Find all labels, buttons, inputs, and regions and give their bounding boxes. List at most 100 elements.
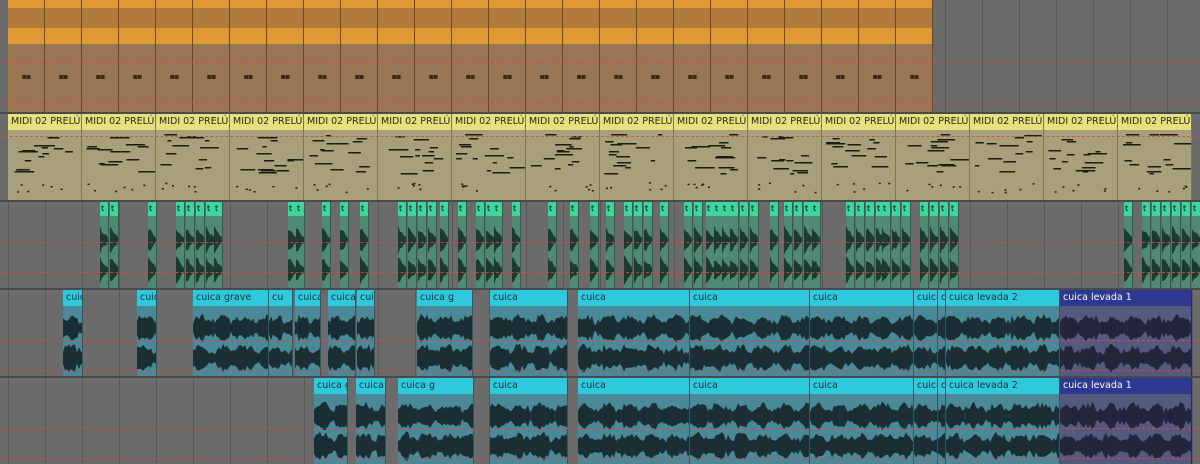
clip-header[interactable]: cuica xyxy=(914,290,937,306)
perc-clip[interactable]: t xyxy=(340,202,349,288)
perc-clip[interactable]: t xyxy=(110,202,119,288)
clip-header[interactable]: t xyxy=(186,202,194,216)
clip-header[interactable]: cuica xyxy=(63,290,82,306)
clip-header[interactable]: t xyxy=(1162,202,1170,216)
clip-header[interactable]: t xyxy=(706,202,714,216)
perc-clip[interactable]: t xyxy=(1192,202,1200,288)
cuica-clip[interactable]: cuica xyxy=(914,290,938,376)
perc-clip[interactable]: t xyxy=(1162,202,1171,288)
clip-header[interactable]: cuica levada 2 xyxy=(946,290,1059,306)
cuica-clip[interactable]: cu xyxy=(938,378,946,464)
midi-clip[interactable]: MIDI 02 PRELÚDIO xyxy=(1044,114,1118,200)
clip-header[interactable]: MIDI 02 PRELÚDIO xyxy=(82,114,155,130)
clip-header[interactable]: t xyxy=(892,202,900,216)
perc-clip[interactable]: t xyxy=(892,202,901,288)
perc-clip[interactable]: t xyxy=(214,202,223,288)
clip-header[interactable] xyxy=(563,0,599,8)
perc-clip[interactable]: t xyxy=(866,202,875,288)
clip-header[interactable]: t xyxy=(684,202,692,216)
perc-clip[interactable]: t xyxy=(624,202,633,288)
cuica-clip[interactable]: cuica xyxy=(690,290,810,376)
perc-clip[interactable]: t xyxy=(770,202,779,288)
drum-clip[interactable]: ▪▪ xyxy=(674,0,711,112)
clip-header[interactable]: t xyxy=(398,202,406,216)
clip-header[interactable]: t xyxy=(624,202,632,216)
clip-header[interactable]: MIDI 02 PRELÚDIO xyxy=(452,114,525,130)
cuica-clip[interactable]: cuica xyxy=(356,378,386,464)
clip-header[interactable] xyxy=(156,0,192,8)
drum-clip[interactable]: ▪▪ xyxy=(489,0,526,112)
perc-clip[interactable]: t xyxy=(846,202,855,288)
clip-header[interactable]: t xyxy=(930,202,938,216)
cuica-clip[interactable]: cuica g xyxy=(398,378,474,464)
clip-header[interactable]: t xyxy=(340,202,348,216)
drum-clip[interactable]: ▪▪ xyxy=(193,0,230,112)
drum-clip[interactable]: ▪▪ xyxy=(119,0,156,112)
drum-clip[interactable]: ▪▪ xyxy=(859,0,896,112)
clip-header[interactable]: t xyxy=(846,202,854,216)
midi-clip[interactable]: MIDI 02 PRELÚDIO xyxy=(600,114,674,200)
clip-header[interactable]: t xyxy=(590,202,598,216)
perc-clip[interactable]: t xyxy=(930,202,939,288)
midi-clip[interactable]: MIDI 02 PRELÚDIO xyxy=(674,114,748,200)
perc-clip[interactable]: t xyxy=(548,202,557,288)
clip-header[interactable]: t xyxy=(176,202,184,216)
drum-clip[interactable]: ▪▪ xyxy=(267,0,304,112)
clip-header[interactable]: t xyxy=(548,202,556,216)
perc-clip[interactable]: t xyxy=(590,202,599,288)
perc-clip[interactable]: t xyxy=(634,202,643,288)
clip-header[interactable] xyxy=(785,0,821,8)
clip-header[interactable]: cuica xyxy=(914,378,937,394)
clip-header[interactable]: t xyxy=(428,202,436,216)
clip-header[interactable]: t xyxy=(512,202,520,216)
perc-clip[interactable]: t xyxy=(730,202,739,288)
clip-header[interactable]: t xyxy=(794,202,802,216)
track-midi-lane[interactable]: MIDI 02 PRELÚDIO MIDI 02 PRELÚDIO MIDI 02 … xyxy=(0,114,1200,200)
clip-header[interactable]: cuica xyxy=(578,378,689,394)
clip-header[interactable]: t xyxy=(730,202,738,216)
midi-clip[interactable]: MIDI 02 PRELÚDIO xyxy=(82,114,156,200)
perc-clip[interactable]: t xyxy=(606,202,615,288)
clip-header[interactable]: t xyxy=(1124,202,1132,216)
track-cuica-2-lane[interactable]: cuica gcuicacuica gcuicacuicacuicacuicac… xyxy=(0,378,1200,464)
perc-clip[interactable]: t xyxy=(694,202,703,288)
clip-header[interactable]: t xyxy=(770,202,778,216)
drum-clip[interactable]: ▪▪ xyxy=(526,0,563,112)
drum-clip[interactable]: ▪▪ xyxy=(82,0,119,112)
clip-header[interactable]: cu xyxy=(938,378,945,394)
perc-clip[interactable]: t xyxy=(684,202,693,288)
midi-clip[interactable]: MIDI 02 PRELÚDIO xyxy=(230,114,304,200)
clip-header[interactable]: t xyxy=(950,202,958,216)
drum-clip[interactable]: ▪▪ xyxy=(563,0,600,112)
clip-header[interactable] xyxy=(415,0,451,8)
perc-clip[interactable]: t xyxy=(882,202,891,288)
clip-header[interactable]: cuica levada 1 xyxy=(1060,290,1191,306)
clip-header[interactable]: cuica g xyxy=(314,378,347,394)
clip-header[interactable]: t xyxy=(714,202,722,216)
perc-clip[interactable]: t xyxy=(750,202,759,288)
clip-header[interactable]: MIDI 02 PRELÚDIO xyxy=(230,114,303,130)
clip-header[interactable]: t xyxy=(804,202,812,216)
drum-clip[interactable]: ▪▪ xyxy=(785,0,822,112)
clip-header[interactable]: t xyxy=(1152,202,1160,216)
cuica-clip[interactable]: cuica xyxy=(295,290,321,376)
perc-clip[interactable]: t xyxy=(186,202,195,288)
clip-header[interactable] xyxy=(119,0,155,8)
perc-clip[interactable]: t xyxy=(408,202,417,288)
clip-header[interactable]: cu xyxy=(938,290,945,306)
clip-header[interactable]: MIDI 02 PRELÚDIO xyxy=(304,114,377,130)
cuica-clip[interactable]: cu xyxy=(938,290,946,376)
clip-header[interactable]: t xyxy=(458,202,466,216)
cuica-clip[interactable]: cuica xyxy=(578,290,690,376)
clip-header[interactable] xyxy=(859,0,895,8)
clip-header[interactable] xyxy=(600,0,636,8)
perc-clip[interactable]: t xyxy=(418,202,427,288)
clip-header[interactable] xyxy=(489,0,525,8)
arrangement-view[interactable]: ▪▪ ▪▪ ▪▪ ▪▪ ▪▪ ▪▪ ▪▪ ▪▪ ▪▪ ▪▪ ▪▪ ▪▪ ▪▪ ▪▪ ▪▪ ▪▪ ▪▪ ▪▪ ▪▪ ▪▪… xyxy=(0,0,1200,464)
cuica-clip[interactable]: cuica levada 1 xyxy=(1060,378,1192,464)
clip-header[interactable]: MIDI 02 PRELÚDIO xyxy=(378,114,451,130)
perc-clip[interactable]: t xyxy=(148,202,157,288)
drum-clip[interactable]: ▪▪ xyxy=(822,0,859,112)
clip-header[interactable] xyxy=(637,0,673,8)
drum-clip[interactable]: ▪▪ xyxy=(415,0,452,112)
